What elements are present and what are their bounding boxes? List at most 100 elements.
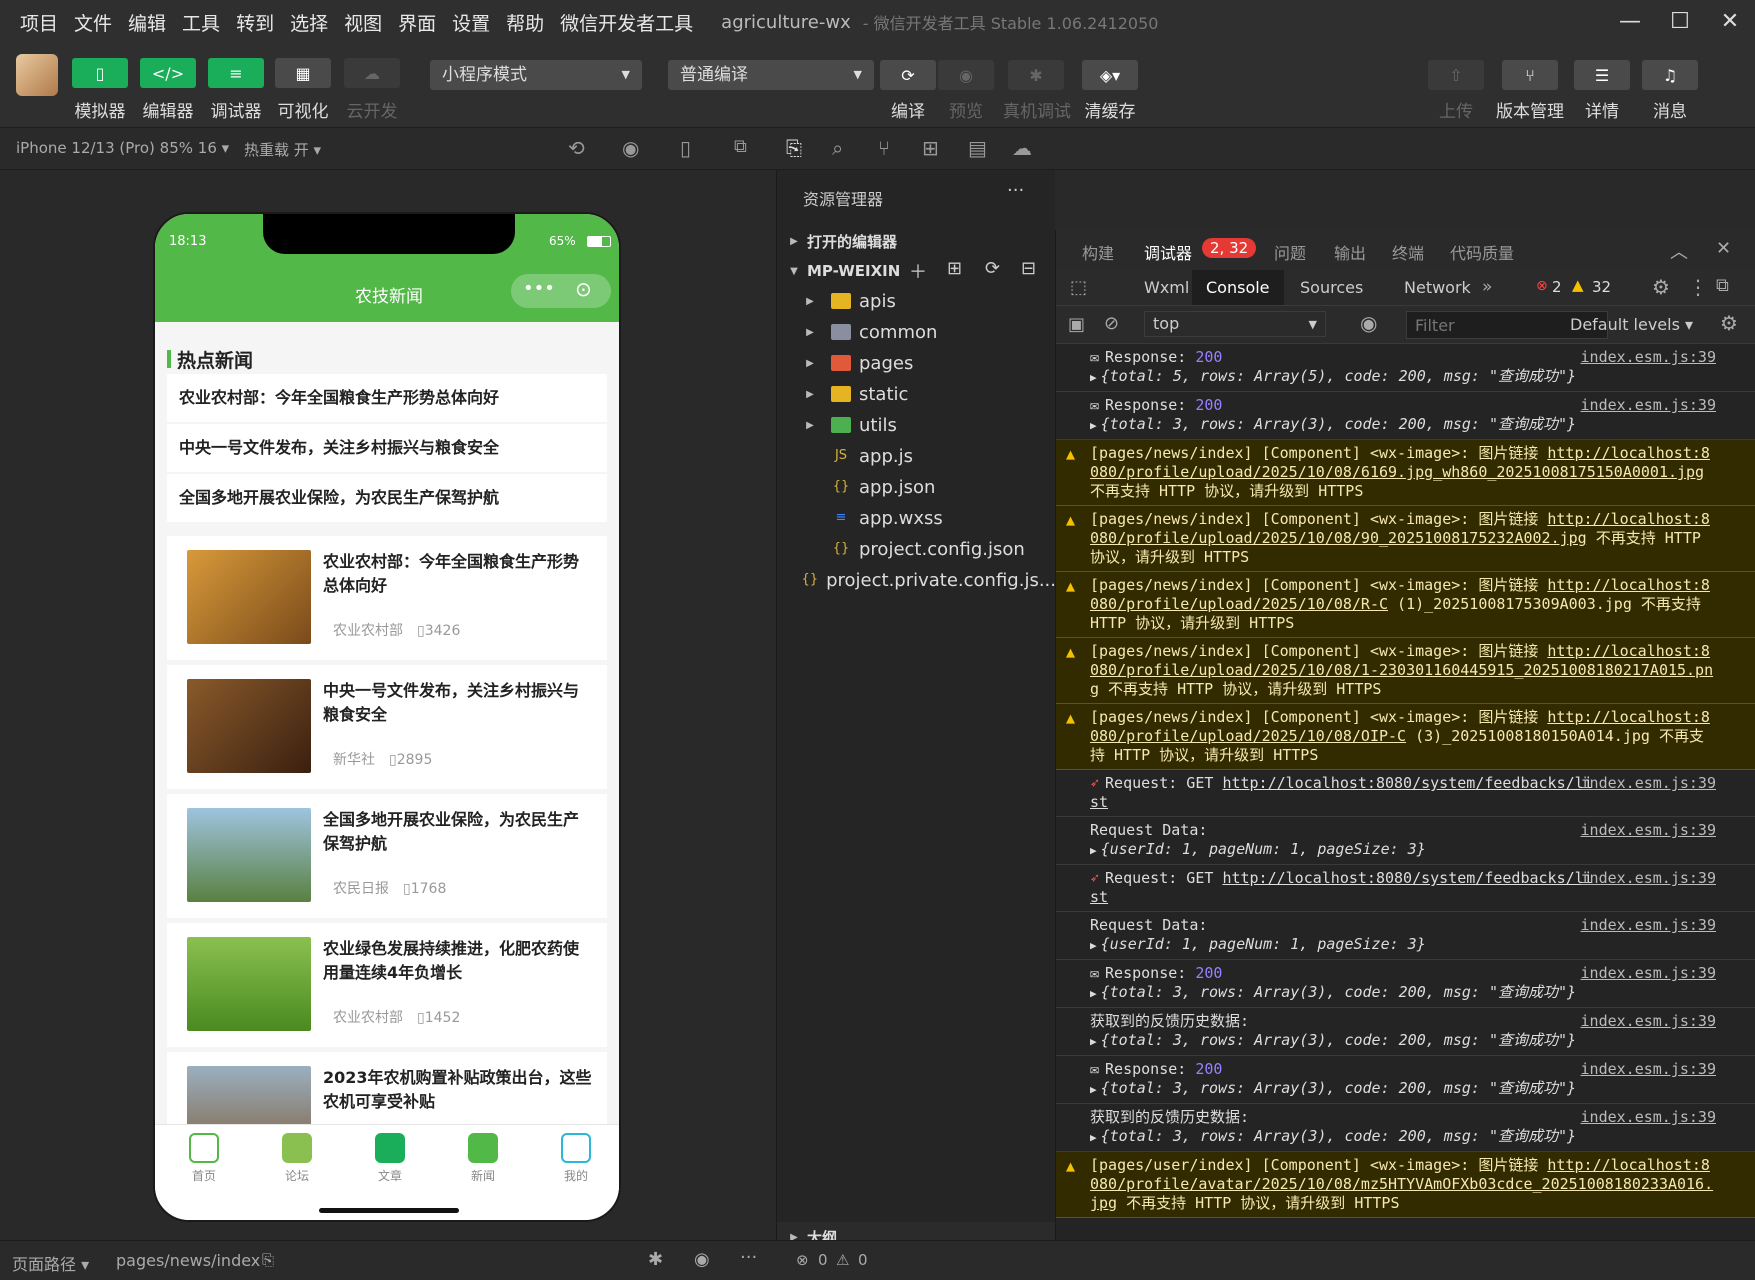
log-object[interactable]: ▶ {total: 3, rows: Array(3), code: 200, m… xyxy=(1090,1127,1716,1147)
refresh-icon[interactable]: ⟳ xyxy=(985,258,1000,279)
visual-button[interactable]: ▦ xyxy=(275,58,331,88)
expand-icon[interactable]: ▶ xyxy=(1090,419,1097,432)
log-entry[interactable]: ▲ [pages/user/index] [Component] <wx-imag… xyxy=(1056,1152,1755,1218)
source-link[interactable]: index.esm.js:39 xyxy=(1581,774,1716,793)
compile-mode-select[interactable]: 普通编译 ▼ xyxy=(668,60,874,90)
editor-button[interactable]: </> xyxy=(140,58,196,88)
compile-button[interactable]: ⟳ xyxy=(880,60,936,90)
stop-icon[interactable]: ◉ xyxy=(622,136,639,160)
hot-news-item[interactable]: 全国多地开展农业保险，为农民生产保驾护航 xyxy=(167,474,607,522)
preview-button[interactable]: ◉ xyxy=(938,60,994,90)
menu-item[interactable]: 微信开发者工具 xyxy=(552,9,701,36)
debugger-button[interactable]: ≡ xyxy=(208,58,264,88)
tab-home[interactable]: 首页 xyxy=(169,1133,239,1184)
chevron-up-icon[interactable]: ︿ xyxy=(1670,238,1688,264)
menu-item[interactable]: 帮助 xyxy=(498,9,552,36)
log-entry[interactable]: ▲ [pages/news/index] [Component] <wx-imag… xyxy=(1056,440,1755,506)
expand-icon[interactable]: ▶ xyxy=(1090,371,1097,384)
more-tabs-icon[interactable]: » xyxy=(1482,277,1492,297)
log-entry[interactable]: index.esm.js:39 ✉ Response: 200 ▶ {total: 5,… xyxy=(1056,344,1755,392)
source-link[interactable]: index.esm.js:39 xyxy=(1581,348,1716,367)
news-card[interactable]: 全国多地开展农业保险，为农民生产保驾护航 农民日报 ▯1768 xyxy=(167,794,607,918)
window-icon[interactable]: ⧉ xyxy=(734,136,747,157)
top-tab[interactable]: 代码质量 xyxy=(1450,240,1514,264)
log-entry[interactable]: index.esm.js:39 ➶ Request: GET http://loca… xyxy=(1056,770,1755,817)
clear-cache-button[interactable]: ◈▾ xyxy=(1082,60,1138,90)
clear-icon[interactable]: ⊘ xyxy=(1104,313,1119,334)
log-entry[interactable]: index.esm.js:39 获取到的反馈历史数据: ▶ {total: 3, ro… xyxy=(1056,1104,1755,1152)
menu-item[interactable]: 工具 xyxy=(174,9,228,36)
close-icon[interactable]: ✕ xyxy=(1716,238,1731,259)
log-entry[interactable]: ▲ [pages/news/index] [Component] <wx-imag… xyxy=(1056,704,1755,770)
menu-item[interactable]: 视图 xyxy=(336,9,390,36)
tab-article[interactable]: 文章 xyxy=(355,1133,425,1184)
expand-icon[interactable]: ▶ xyxy=(1090,1131,1097,1144)
file-item[interactable]: ▶ apis xyxy=(777,286,1056,316)
copy-icon[interactable]: ⎘ xyxy=(262,1251,274,1269)
log-object[interactable]: ▶ {total: 3, rows: Array(3), code: 200, m… xyxy=(1090,1079,1716,1099)
git-icon[interactable]: ⑂ xyxy=(878,136,890,160)
expand-icon[interactable]: ▶ xyxy=(1090,939,1097,952)
simulator-button[interactable]: ▯ xyxy=(72,58,128,88)
source-link[interactable]: index.esm.js:39 xyxy=(1581,869,1716,888)
file-item[interactable]: ▶ utils xyxy=(777,410,1056,440)
top-tab[interactable]: 输出 xyxy=(1334,240,1366,264)
close-mini-icon[interactable]: ⊙ xyxy=(575,277,592,301)
source-link[interactable]: index.esm.js:39 xyxy=(1581,1108,1716,1127)
news-card[interactable]: 农业绿色发展持续推进，化肥农药使用量连续4年负增长 农业农村部 ▯1452 xyxy=(167,923,607,1047)
menu-item[interactable]: 转到 xyxy=(228,9,282,36)
log-entry[interactable]: ▲ [pages/news/index] [Component] <wx-imag… xyxy=(1056,506,1755,572)
devtools-tab-network[interactable]: Network xyxy=(1390,270,1485,305)
cloud-button[interactable]: ☁ xyxy=(344,58,400,88)
log-object[interactable]: ▶ {userId: 1, pageNum: 1, pageSize: 3} xyxy=(1090,935,1716,955)
file-item[interactable]: {} project.private.config.js... xyxy=(777,565,1056,595)
search-icon[interactable]: ⌕ xyxy=(832,136,843,160)
more-icon[interactable]: ··· xyxy=(740,1247,757,1268)
upload-button[interactable]: ⇧ xyxy=(1428,60,1484,90)
open-editors-section[interactable]: ▶ 打开的编辑器 xyxy=(777,226,1056,256)
log-entry[interactable]: index.esm.js:39 ➶ Request: GET http://loca… xyxy=(1056,865,1755,912)
capsule-menu[interactable]: ••• ⊙ xyxy=(511,274,611,308)
message-button[interactable]: ♫ xyxy=(1642,60,1698,90)
tab-news[interactable]: 新闻 xyxy=(448,1133,518,1184)
file-item[interactable]: JS app.js xyxy=(777,441,1056,471)
version-button[interactable]: ⑂ xyxy=(1502,60,1558,90)
collapse-icon[interactable]: ⊟ xyxy=(1021,258,1036,279)
menu-item[interactable]: 选择 xyxy=(282,9,336,36)
rotate-icon[interactable]: ⟲ xyxy=(568,136,585,160)
storage-icon[interactable]: ▤ xyxy=(968,136,987,160)
bug-icon[interactable]: ✱ xyxy=(648,1249,663,1270)
log-entry[interactable]: ▲ [pages/news/index] [Component] <wx-imag… xyxy=(1056,638,1755,704)
log-entry[interactable]: index.esm.js:39 Request Data: ▶ {userId: 1,… xyxy=(1056,817,1755,865)
file-item[interactable]: ▶ common xyxy=(777,317,1056,347)
menu-item[interactable]: 设置 xyxy=(444,9,498,36)
project-section[interactable]: ▼ MP-WEIXIN ＋ ⊞ ⟳ ⊟ xyxy=(777,256,1056,286)
log-object[interactable]: ▶ {total: 3, rows: Array(3), code: 200, m… xyxy=(1090,415,1716,435)
dock-icon[interactable]: ⧉ xyxy=(1716,275,1729,296)
top-tab[interactable]: 问题 xyxy=(1274,240,1306,264)
log-object[interactable]: ▶ {total: 3, rows: Array(3), code: 200, m… xyxy=(1090,983,1716,1003)
log-object[interactable]: ▶ {total: 5, rows: Array(5), code: 200, m… xyxy=(1090,367,1716,387)
log-entry[interactable]: index.esm.js:39 ✉ Response: 200 ▶ {total: 3,… xyxy=(1056,1056,1755,1104)
new-file-icon[interactable]: ＋ xyxy=(909,258,927,284)
docker-icon[interactable]: ☁ xyxy=(1012,136,1032,160)
log-entry[interactable]: index.esm.js:39 Request Data: ▶ {userId: 1,… xyxy=(1056,912,1755,960)
source-link[interactable]: index.esm.js:39 xyxy=(1581,1060,1716,1079)
source-link[interactable]: index.esm.js:39 xyxy=(1581,396,1716,415)
detail-button[interactable]: ☰ xyxy=(1574,60,1630,90)
gear-icon[interactable]: ⚙ xyxy=(1652,275,1670,299)
source-link[interactable]: index.esm.js:39 xyxy=(1581,1012,1716,1031)
news-card[interactable]: 中央一号文件发布，关注乡村振兴与粮食安全 新华社 ▯2895 xyxy=(167,665,607,789)
news-card[interactable]: 农业农村部：今年全国粮食生产形势总体向好 农业农村部 ▯3426 xyxy=(167,536,607,660)
eye-icon[interactable]: ◉ xyxy=(694,1249,710,1270)
more-icon[interactable]: ··· xyxy=(1007,180,1024,201)
device-select[interactable]: iPhone 12/13 (Pro) 85% 16 ▾ xyxy=(16,139,229,157)
levels-select[interactable]: Default levels ▾ xyxy=(1570,315,1693,334)
expand-icon[interactable]: ▶ xyxy=(1090,1083,1097,1096)
tab-profile[interactable]: 我的 xyxy=(541,1133,611,1184)
minimize-button[interactable]: — xyxy=(1610,6,1650,38)
expand-icon[interactable]: ▶ xyxy=(1090,987,1097,1000)
real-debug-button[interactable]: ✱ xyxy=(1008,60,1064,90)
console-gear-icon[interactable]: ⚙ xyxy=(1720,311,1738,335)
menu-item[interactable]: 编辑 xyxy=(120,9,174,36)
